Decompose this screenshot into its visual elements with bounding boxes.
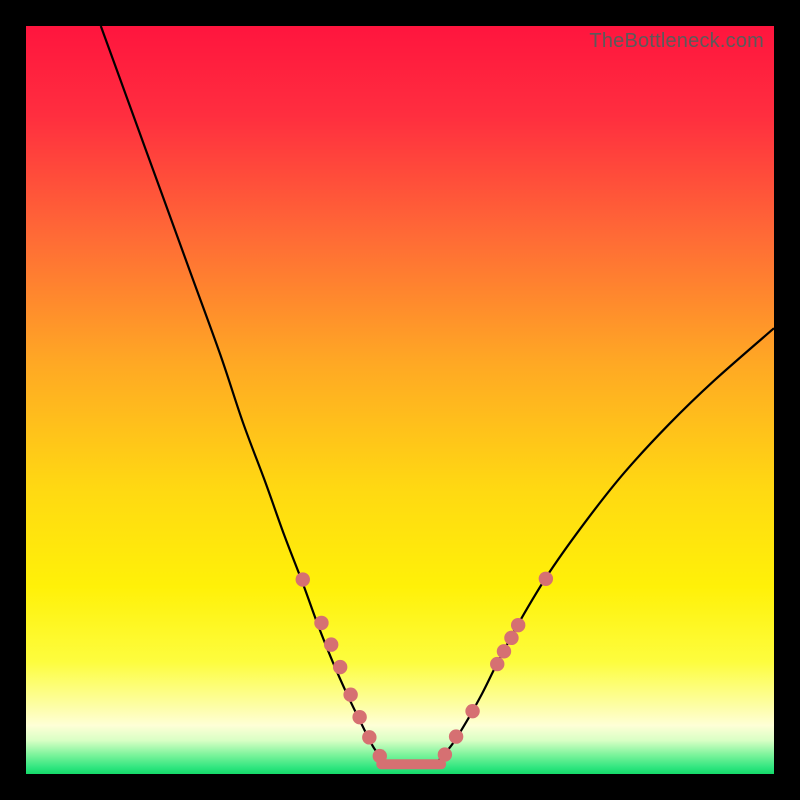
data-point	[504, 631, 518, 645]
watermark-text: TheBottleneck.com	[589, 30, 764, 53]
data-point	[539, 572, 553, 586]
data-point	[465, 704, 479, 718]
data-point	[511, 618, 525, 632]
data-point	[296, 572, 310, 586]
data-point	[362, 730, 376, 744]
data-point	[438, 747, 452, 761]
data-point	[352, 710, 366, 724]
data-dots	[296, 572, 554, 764]
right-curve	[437, 328, 774, 762]
data-point	[373, 749, 387, 763]
data-point	[497, 644, 511, 658]
data-point	[333, 660, 347, 674]
chart-frame: TheBottleneck.com	[26, 26, 774, 774]
data-point	[343, 688, 357, 702]
data-point	[490, 657, 504, 671]
data-point	[449, 729, 463, 743]
left-curve	[101, 26, 385, 762]
curve-layer	[26, 26, 774, 774]
data-point	[314, 616, 328, 630]
plot-area: TheBottleneck.com	[26, 26, 774, 774]
data-point	[324, 637, 338, 651]
